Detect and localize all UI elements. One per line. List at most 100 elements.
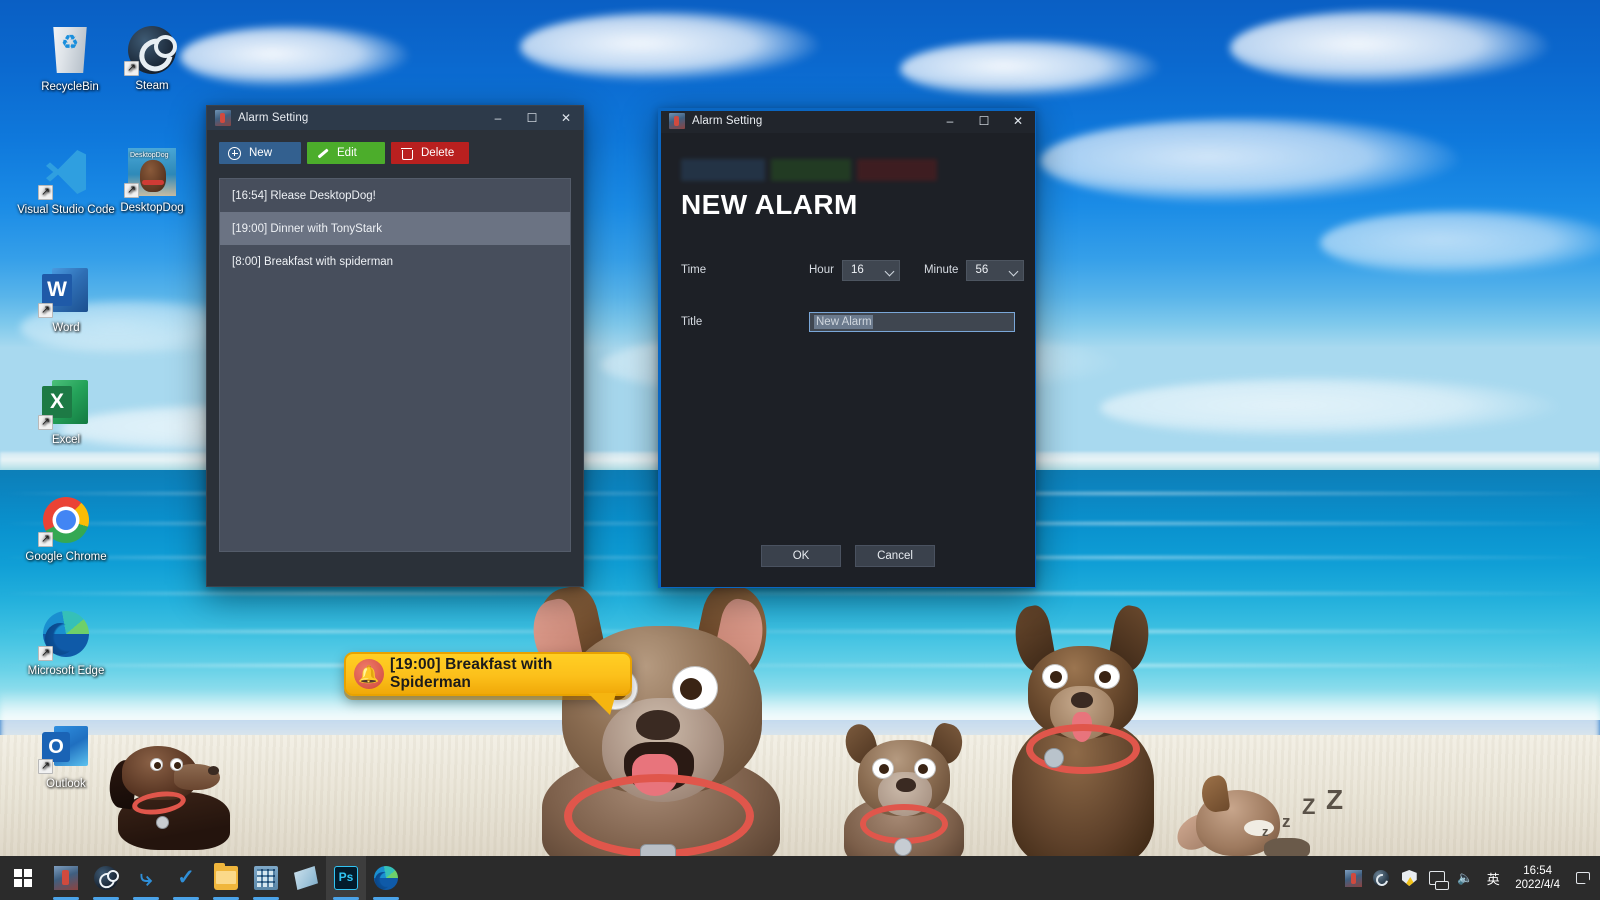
window-controls: – ☐ ✕ <box>933 109 1035 133</box>
window-controls: – ☐ ✕ <box>481 106 583 130</box>
new-button[interactable]: New <box>219 142 301 164</box>
ghost-toolbar-afterimage <box>681 159 937 181</box>
maximize-button[interactable]: ☐ <box>515 106 549 130</box>
recycle-bin-icon <box>46 27 94 75</box>
sea-wave <box>0 592 1600 595</box>
tray-steam-icon[interactable] <box>1369 856 1393 900</box>
shortcut-arrow-icon: ↗ <box>38 185 53 200</box>
desktop-icon-label: Google Chrome <box>14 551 118 564</box>
taskbar-item-edge[interactable] <box>366 856 406 900</box>
new-alarm-form: Time Hour 16 Minute 56 Title New A <box>681 259 1015 333</box>
delete-button[interactable]: Delete <box>391 142 469 164</box>
alarm-toolbar: New Edit Delete <box>219 142 571 164</box>
desktop-icon-label: Word <box>14 322 118 335</box>
window-titlebar[interactable]: Alarm Setting – ☐ ✕ <box>207 106 583 130</box>
edit-button[interactable]: Edit <box>307 142 385 164</box>
alarm-list[interactable]: [16:54] Rlease DesktopDog! [19:00] Dinne… <box>219 178 571 552</box>
desktop-icon-chrome[interactable]: ↗ Google Chrome <box>14 496 118 564</box>
desktop-icon-edge[interactable]: ↗ Microsoft Edge <box>14 610 118 678</box>
desktop-icon-label: Excel <box>14 434 118 447</box>
chevron-down-icon <box>884 266 894 276</box>
ghost-edit-button <box>771 159 851 181</box>
close-button[interactable]: ✕ <box>1001 109 1035 133</box>
dialog-actions: OK Cancel <box>661 545 1035 567</box>
tray-desktopdog-icon[interactable] <box>1341 856 1365 900</box>
desktop-icon-label: DesktopDog <box>100 202 204 215</box>
cloud <box>1320 210 1600 276</box>
taskbar-item-calculator[interactable] <box>246 856 286 900</box>
clock[interactable]: 16:54 2022/4/4 <box>1507 864 1570 892</box>
minimize-button[interactable]: – <box>933 109 967 133</box>
cloud <box>180 26 410 88</box>
minute-select[interactable]: 56 <box>966 260 1024 281</box>
edge-icon: ↗ <box>42 611 90 659</box>
start-button[interactable] <box>0 856 46 900</box>
window-body: New Edit Delete [16:54] Rlease DesktopDo… <box>207 130 583 586</box>
alarm-list-window[interactable]: Alarm Setting – ☐ ✕ New Edit Delete <box>206 105 584 587</box>
taskbar-item-arrow[interactable]: ⤷ <box>126 856 166 900</box>
title-row: Title New Alarm <box>681 311 1015 333</box>
shortcut-arrow-icon: ↗ <box>124 61 139 76</box>
delete-button-label: Delete <box>421 147 454 159</box>
taskbar-apps: ⤷ ✓ Ps <box>46 856 406 900</box>
taskbar-item-sticky-notes[interactable] <box>286 856 326 900</box>
list-item[interactable]: [8:00] Breakfast with spiderman <box>220 245 570 278</box>
desktop-icon-outlook[interactable]: ↗ Outlook <box>14 722 118 791</box>
desktopdog-icon: DesktopDog ↗ <box>128 148 176 196</box>
desktop-icon-label: Steam <box>100 80 204 93</box>
window-body: NEW ALARM Time Hour 16 Minute 56 <box>661 133 1035 587</box>
cancel-button[interactable]: Cancel <box>855 545 935 567</box>
page-title: NEW ALARM <box>681 189 1015 221</box>
zzz-mid: Z <box>1302 794 1315 820</box>
desktop-icon-excel[interactable]: ↗ Excel <box>14 378 118 447</box>
sea-wave <box>0 664 1600 667</box>
alarm-item-text: [16:54] Rlease DesktopDog! <box>232 190 376 202</box>
list-item-selected[interactable]: [19:00] Dinner with TonyStark <box>220 212 570 245</box>
time-label: Time <box>681 264 809 276</box>
outlook-icon: ↗ <box>42 724 90 772</box>
action-center-button[interactable] <box>1570 856 1596 900</box>
new-alarm-window[interactable]: Alarm Setting – ☐ ✕ NEW ALARM Time Hour … <box>658 108 1036 588</box>
minimize-button[interactable]: – <box>481 106 515 130</box>
tray-network-icon[interactable] <box>1425 856 1449 900</box>
tray-ime-indicator[interactable]: 英 <box>1481 856 1505 900</box>
cloud <box>900 40 1160 98</box>
tray-volume-icon[interactable]: 🔈 <box>1453 856 1477 900</box>
alarm-item-text: [8:00] Breakfast with spiderman <box>232 256 393 268</box>
system-tray: 🔈 英 16:54 2022/4/4 <box>1339 856 1600 900</box>
word-icon: ↗ <box>42 268 90 316</box>
desktop-icon-label: Outlook <box>14 778 118 791</box>
hour-label: Hour <box>809 264 834 276</box>
taskbar-item-desktopdog[interactable] <box>46 856 86 900</box>
shortcut-arrow-icon: ↗ <box>38 303 53 318</box>
cloud <box>1230 10 1550 86</box>
shortcut-arrow-icon: ↗ <box>38 646 53 661</box>
hour-select[interactable]: 16 <box>842 260 900 281</box>
tray-security-shield-icon[interactable] <box>1397 856 1421 900</box>
bell-icon: 🔔 <box>354 659 384 689</box>
notification-bubble[interactable]: 🔔 [19:00] Breakfast with Spiderman <box>344 652 632 696</box>
pencil-icon <box>316 147 329 160</box>
title-input[interactable]: New Alarm <box>809 312 1015 332</box>
maximize-button[interactable]: ☐ <box>967 109 1001 133</box>
minute-value: 56 <box>975 264 988 276</box>
edit-button-label: Edit <box>337 147 357 159</box>
desktop-icon-desktopdog[interactable]: DesktopDog ↗ DesktopDog <box>100 148 204 215</box>
desktop-icon-steam[interactable]: ↗ Steam <box>100 26 204 93</box>
dog-character-dachshund <box>108 736 238 856</box>
taskbar-item-photoshop[interactable]: Ps <box>326 856 366 900</box>
taskbar-item-file-explorer[interactable] <box>206 856 246 900</box>
close-button[interactable]: ✕ <box>549 106 583 130</box>
notification-text: [19:00] Breakfast with Spiderman <box>390 656 630 692</box>
taskbar-item-steam[interactable] <box>86 856 126 900</box>
file-explorer-taskbar-icon <box>214 866 238 890</box>
ok-button[interactable]: OK <box>761 545 841 567</box>
zzz-small: z <box>1282 812 1291 832</box>
window-titlebar[interactable]: Alarm Setting – ☐ ✕ <box>661 109 1035 133</box>
zzz-tiny: z <box>1262 824 1269 839</box>
list-item[interactable]: [16:54] Rlease DesktopDog! <box>220 179 570 212</box>
dog-character-small <box>838 718 968 868</box>
desktop-icon-word[interactable]: ↗ Word <box>14 266 118 335</box>
taskbar-item-check[interactable]: ✓ <box>166 856 206 900</box>
dog-character-sleeping: Z Z z z <box>1178 778 1368 868</box>
